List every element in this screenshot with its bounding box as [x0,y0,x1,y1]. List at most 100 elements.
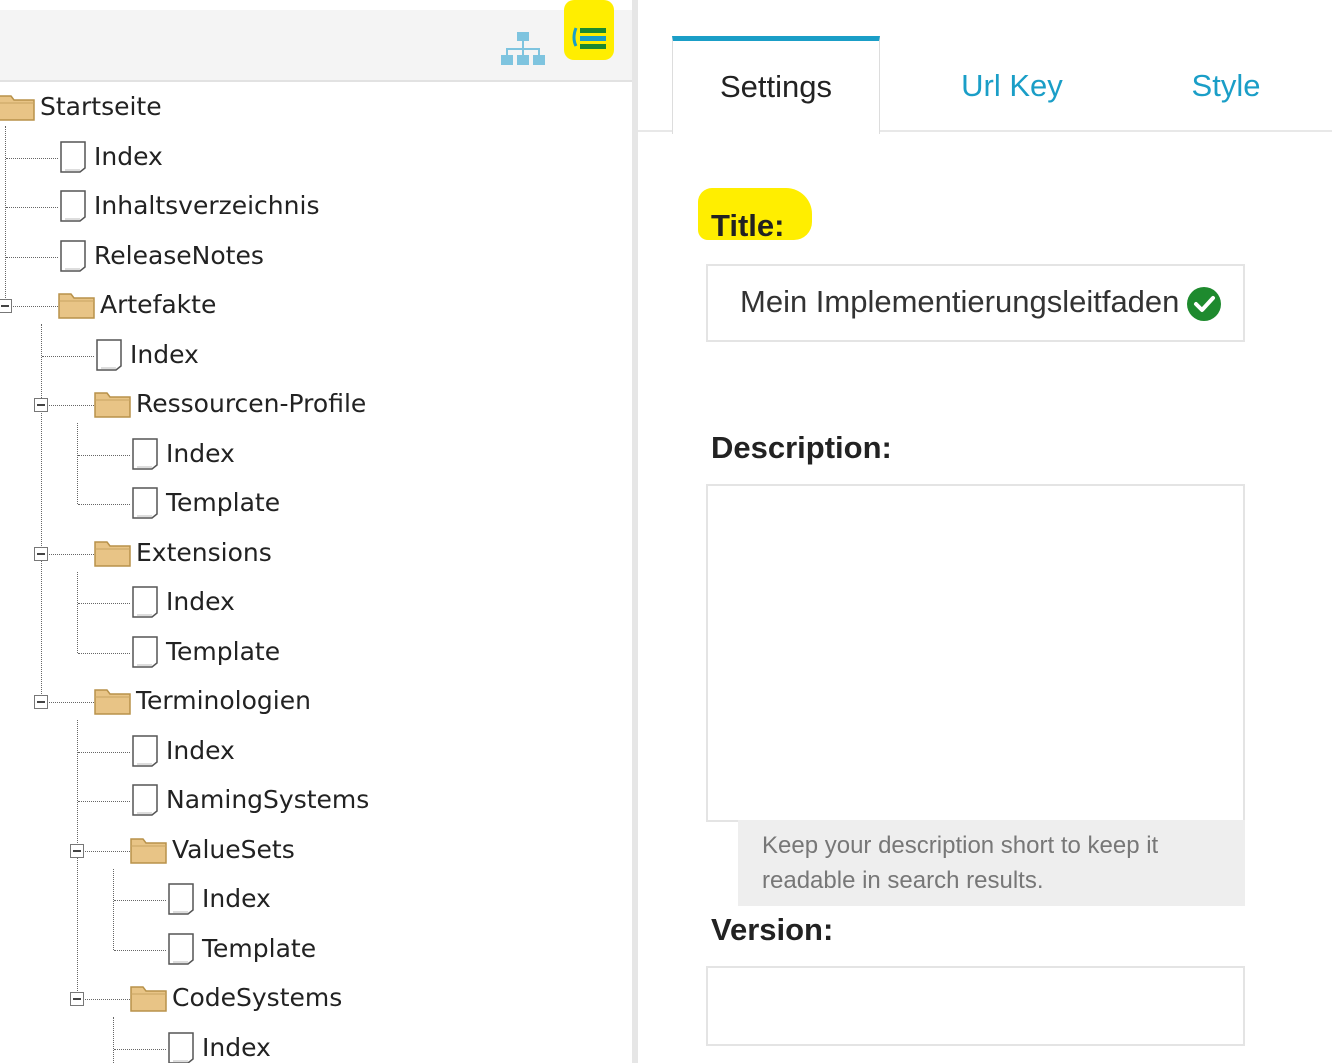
tree-connector [78,652,130,654]
sitemap-icon [501,32,545,65]
version-input[interactable] [706,966,1245,1046]
tree-item-label: ValueSets [172,834,295,864]
tab-settings[interactable]: Settings [672,36,880,134]
tab-bar: Settings Url Key Style [638,36,1332,134]
tree-page-item[interactable]: Index [0,334,630,378]
page-icon [58,189,88,227]
tree-item-label: NamingSystems [166,785,370,814]
collapse-toggle-icon[interactable] [34,695,48,709]
tree-page-item[interactable]: ReleaseNotes [0,235,630,279]
tree-item-label: Template [166,488,281,517]
page-icon [94,338,124,376]
tree-page-item[interactable]: Index [0,581,630,625]
collapse-toggle-icon[interactable] [34,546,48,561]
tree-item-label: Index [166,735,235,765]
version-label: Version: [711,912,834,947]
list-icon [572,27,606,49]
tree-connector [42,702,94,703]
tree-page-item[interactable]: Index [0,136,630,180]
tree-item-label: ReleaseNotes [94,240,264,270]
tree-page-item[interactable]: NamingSystems [0,779,630,823]
tree-connector [42,405,94,406]
tree-item-label: Index [202,884,271,913]
tree-item-label: Index [94,141,163,171]
tree-toolbar [0,10,632,82]
tree-item-label: Terminologien [136,686,311,715]
collapse-toggle-icon[interactable] [70,843,84,858]
tree-page-item[interactable]: Index [0,878,630,922]
page-icon [166,932,196,970]
page-icon [58,140,88,178]
tree-item-label: Artefakte [100,290,217,319]
tree-item-label: Index [166,438,235,468]
page-tree-pane: Startseite Index Inhaltsverzeichnis Release… [0,0,632,1063]
tree-connector [114,900,166,901]
tree-page-item[interactable]: Inhaltsverzeichnis [0,185,630,229]
tree-page-item[interactable]: Template [0,631,630,675]
page-icon [130,635,160,673]
tree-connector [78,751,130,753]
settings-pane: Settings Url Key Style Title: Mein Imple… [638,0,1332,1063]
tree-connector [6,256,58,258]
description-label: Description: [711,430,892,465]
tree-folder-item[interactable]: Terminologien [0,680,630,724]
tree-folder-item[interactable]: CodeSystems [0,977,630,1021]
tree-connector [78,504,130,505]
tree-page-item[interactable]: Index [0,433,630,477]
tree-connector [78,999,130,1000]
tree-folder-item[interactable]: Artefakte [0,284,630,328]
tab-style[interactable]: Style [1126,36,1326,132]
tab-url-key[interactable]: Url Key [906,36,1118,132]
folder-icon [130,981,168,1017]
tree-item-label: Index [202,1032,271,1062]
tree-connector [78,801,130,802]
description-help-text: Keep your description short to keep it r… [762,832,1159,894]
sitemap-button[interactable] [500,30,546,70]
collapse-toggle-icon[interactable] [70,992,84,1006]
tree-connector [78,850,130,852]
tree-item-label: Index [166,587,235,616]
folder-icon [94,536,132,572]
page-icon [130,734,160,772]
tree-item-label: Startseite [40,92,162,121]
tree-connector [42,355,94,357]
tree-item-label: Inhaltsverzeichnis [94,191,320,220]
tree-page-item[interactable]: Index [0,1027,630,1063]
page-icon [130,486,160,524]
tree-item-label: Template [166,636,281,666]
collapse-toggle-icon[interactable] [0,299,12,313]
folder-icon [58,288,96,324]
tree-connector [78,454,130,456]
tree-connector [42,553,94,555]
tree-item-label: Extensions [136,537,272,567]
folder-icon [94,387,132,423]
description-help: Keep your description short to keep it r… [738,820,1245,906]
tree-connector [114,949,166,951]
tree-page-item[interactable]: Template [0,928,630,972]
tree-folder-item[interactable]: Extensions [0,532,630,576]
title-label: Title: [711,208,785,243]
page-icon [130,783,160,821]
page-icon [166,882,196,920]
tree-folder-item[interactable]: Ressourcen-Profile [0,383,630,427]
tree-folder-item[interactable]: ValueSets [0,829,630,873]
page-icon [58,239,88,277]
list-view-button[interactable] [564,0,614,60]
tree-connector [6,157,58,159]
title-input-value: Mein Implementierungsleitfaden [740,284,1180,319]
title-input[interactable]: Mein Implementierungsleitfaden [706,264,1245,342]
tree-folder-item[interactable]: Startseite [0,86,630,130]
tree-page-item[interactable]: Index [0,730,630,774]
collapse-toggle-icon[interactable] [34,398,48,412]
tree-item-label: Ressourcen-Profile [136,389,367,418]
folder-icon [0,90,36,126]
tree-connector [114,1048,166,1050]
page-icon [166,1031,196,1063]
tree-page-item[interactable]: Template [0,482,630,526]
page-icon [130,437,160,475]
tree-item-label: CodeSystems [172,983,343,1012]
tree-connector [78,603,130,604]
check-circle-icon [1187,287,1221,321]
folder-icon [94,684,132,720]
description-textarea[interactable] [706,484,1245,822]
